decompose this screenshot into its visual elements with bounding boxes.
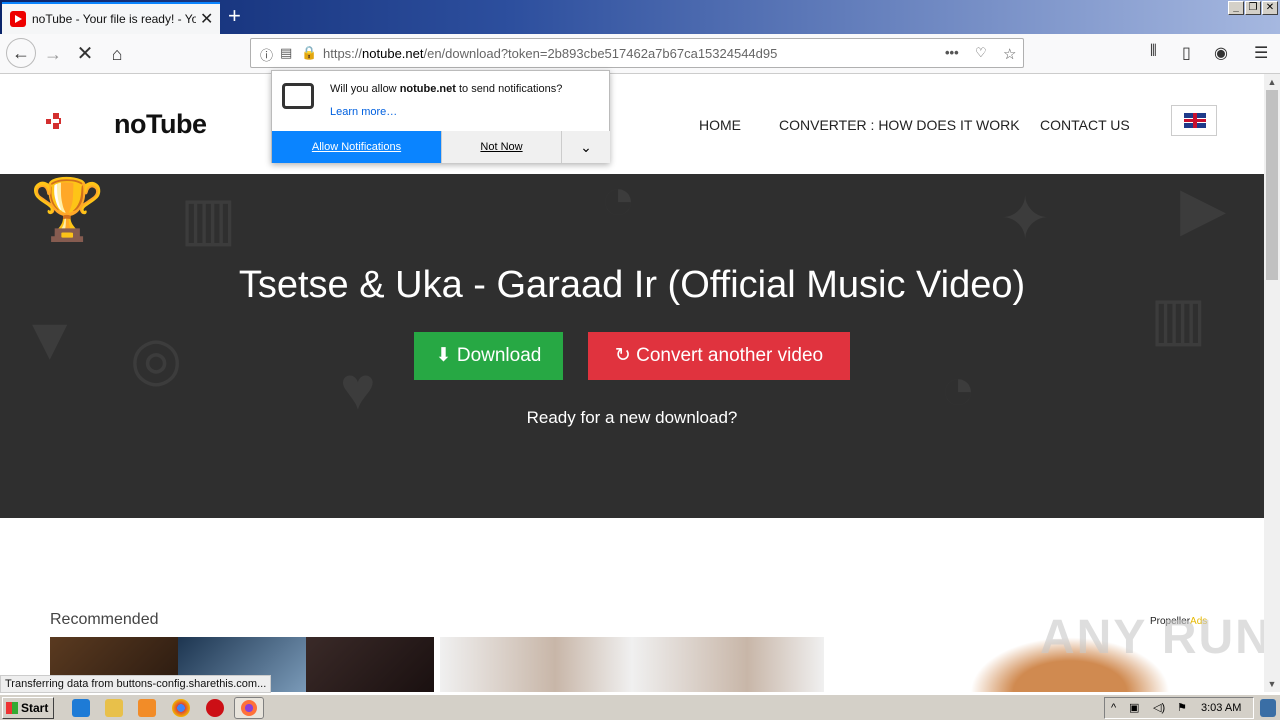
download-button[interactable]: ⬇ Download: [414, 332, 563, 380]
media-player-icon[interactable]: [138, 699, 156, 717]
ice-cream-icon: ▼: [20, 305, 80, 372]
menu-hamburger-icon[interactable]: ☰: [1254, 43, 1268, 63]
clock[interactable]: 3:03 AM: [1201, 698, 1241, 718]
lock-icon[interactable]: 🔒: [301, 45, 317, 61]
firefox-icon: [241, 700, 257, 716]
forward-arrow-icon[interactable]: →: [40, 41, 66, 67]
youtube-favicon-icon: [10, 11, 26, 27]
language-selector[interactable]: [1171, 105, 1217, 136]
vertical-scrollbar[interactable]: ▲ ▼: [1264, 74, 1280, 692]
notification-permission-icon[interactable]: ▤: [280, 45, 292, 61]
play-icon: ▶: [1180, 175, 1227, 242]
chart-icon: ▥: [180, 185, 237, 252]
download-icon: ⬇: [435, 345, 452, 366]
nav-home[interactable]: HOME: [699, 117, 741, 133]
close-window-button[interactable]: ✕: [1262, 1, 1278, 15]
tray-expand-icon[interactable]: ^: [1111, 698, 1116, 718]
trophy-icon: 🏆: [30, 176, 105, 243]
tab-close-icon[interactable]: ✕: [200, 9, 213, 29]
page-actions-icon[interactable]: •••: [945, 45, 959, 60]
home-icon[interactable]: ⌂: [104, 41, 130, 67]
browser-tab[interactable]: noTube - Your file is ready! - YouT ✕: [2, 2, 220, 34]
chrome-icon[interactable]: [172, 699, 190, 717]
windows-taskbar: Start ^ ▣ ◁) ⚑ 3:03 AM: [0, 694, 1280, 720]
restore-button[interactable]: ❐: [1245, 1, 1261, 15]
figure-icon: ✦: [1000, 185, 1051, 252]
ready-text: Ready for a new download?: [526, 408, 738, 427]
site-header: noTube HOME CONVERTER : HOW DOES IT WORK…: [0, 74, 1264, 174]
show-desktop-icon[interactable]: [1260, 699, 1276, 717]
gauge-icon: ◔: [600, 174, 637, 232]
notification-permission-popup: Will you allow notube.net to send notifi…: [271, 70, 610, 163]
folder-icon[interactable]: [105, 699, 123, 717]
uk-flag-icon: [1184, 113, 1206, 128]
browser-tab-bar: noTube - Your file is ready! - YouT ✕ + …: [0, 0, 1280, 34]
recommended-thumbnail[interactable]: [306, 637, 434, 692]
scroll-thumb[interactable]: [1266, 90, 1278, 280]
notification-question: Will you allow notube.net to send notifi…: [330, 83, 563, 95]
url-text[interactable]: https://notube.net/en/download?token=2b8…: [323, 46, 777, 61]
allow-notifications-button[interactable]: Allow Notifications: [272, 131, 441, 163]
status-bar: Transferring data from buttons-config.sh…: [0, 675, 272, 693]
tab-title: noTube - Your file is ready! - YouT: [32, 12, 196, 26]
stop-loading-icon[interactable]: ✕: [72, 41, 98, 67]
info-icon[interactable]: ⓘ: [260, 45, 273, 64]
bookmark-star-icon[interactable]: ☆: [1003, 45, 1016, 63]
logo-text: noTube: [114, 108, 207, 139]
donut-icon: ◎: [130, 325, 183, 392]
network-icon[interactable]: ▣: [1129, 698, 1139, 718]
video-title: Tsetse & Uka - Garaad Ir (Official Music…: [238, 264, 1026, 306]
nav-converter[interactable]: CONVERTER : HOW DOES IT WORK: [779, 117, 1020, 133]
new-tab-button[interactable]: +: [228, 3, 241, 29]
notube-logo[interactable]: noTube: [46, 103, 207, 145]
hero-section: 🏆 ▥ ◔ ✦ ▼ ◎ ♥ ◔ ▥ ▶ Tsetse & Uka - Garaa…: [0, 174, 1264, 518]
not-now-button[interactable]: Not Now: [441, 131, 561, 163]
learn-more-link[interactable]: Learn more…: [330, 106, 397, 118]
ie-icon[interactable]: [72, 699, 90, 717]
browser-nav-bar: ← → ✕ ⌂ ⓘ ▤ 🔒 https://notube.net/en/down…: [0, 34, 1280, 74]
flag-icon[interactable]: ⚑: [1177, 698, 1187, 718]
firefox-taskbar-button[interactable]: [234, 697, 264, 719]
recommended-heading: Recommended: [50, 611, 159, 628]
back-arrow-icon[interactable]: ←: [6, 38, 36, 68]
recommended-thumbnail[interactable]: [440, 637, 824, 692]
refresh-icon: ↻: [614, 345, 631, 366]
chat-bubble-icon: [282, 83, 314, 109]
nav-contact[interactable]: CONTACT US: [1040, 117, 1130, 133]
scroll-up-icon[interactable]: ▲: [1264, 74, 1280, 90]
pocket-icon[interactable]: ♡: [975, 45, 987, 61]
url-bar[interactable]: ⓘ ▤ 🔒 https://notube.net/en/download?tok…: [250, 38, 1024, 68]
chevron-down-icon[interactable]: ⌄: [561, 131, 610, 163]
opera-icon[interactable]: [206, 699, 224, 717]
anyrun-watermark: ANY RUN: [1040, 611, 1272, 664]
system-tray: ^ ▣ ◁) ⚑ 3:03 AM: [1104, 697, 1254, 719]
minimize-button[interactable]: _: [1228, 1, 1244, 15]
window-controls: _ ❐ ✕: [1228, 1, 1278, 15]
convert-another-button[interactable]: ↻ Convert another video: [588, 332, 850, 380]
volume-icon[interactable]: ◁): [1153, 698, 1165, 718]
sidebar-icon[interactable]: ▯: [1182, 43, 1191, 63]
scroll-down-icon[interactable]: ▼: [1264, 676, 1280, 692]
account-icon[interactable]: ◉: [1214, 43, 1228, 63]
library-icon[interactable]: ⫴: [1150, 43, 1157, 61]
start-button[interactable]: Start: [2, 697, 54, 719]
notube-logo-icon: [46, 103, 108, 145]
